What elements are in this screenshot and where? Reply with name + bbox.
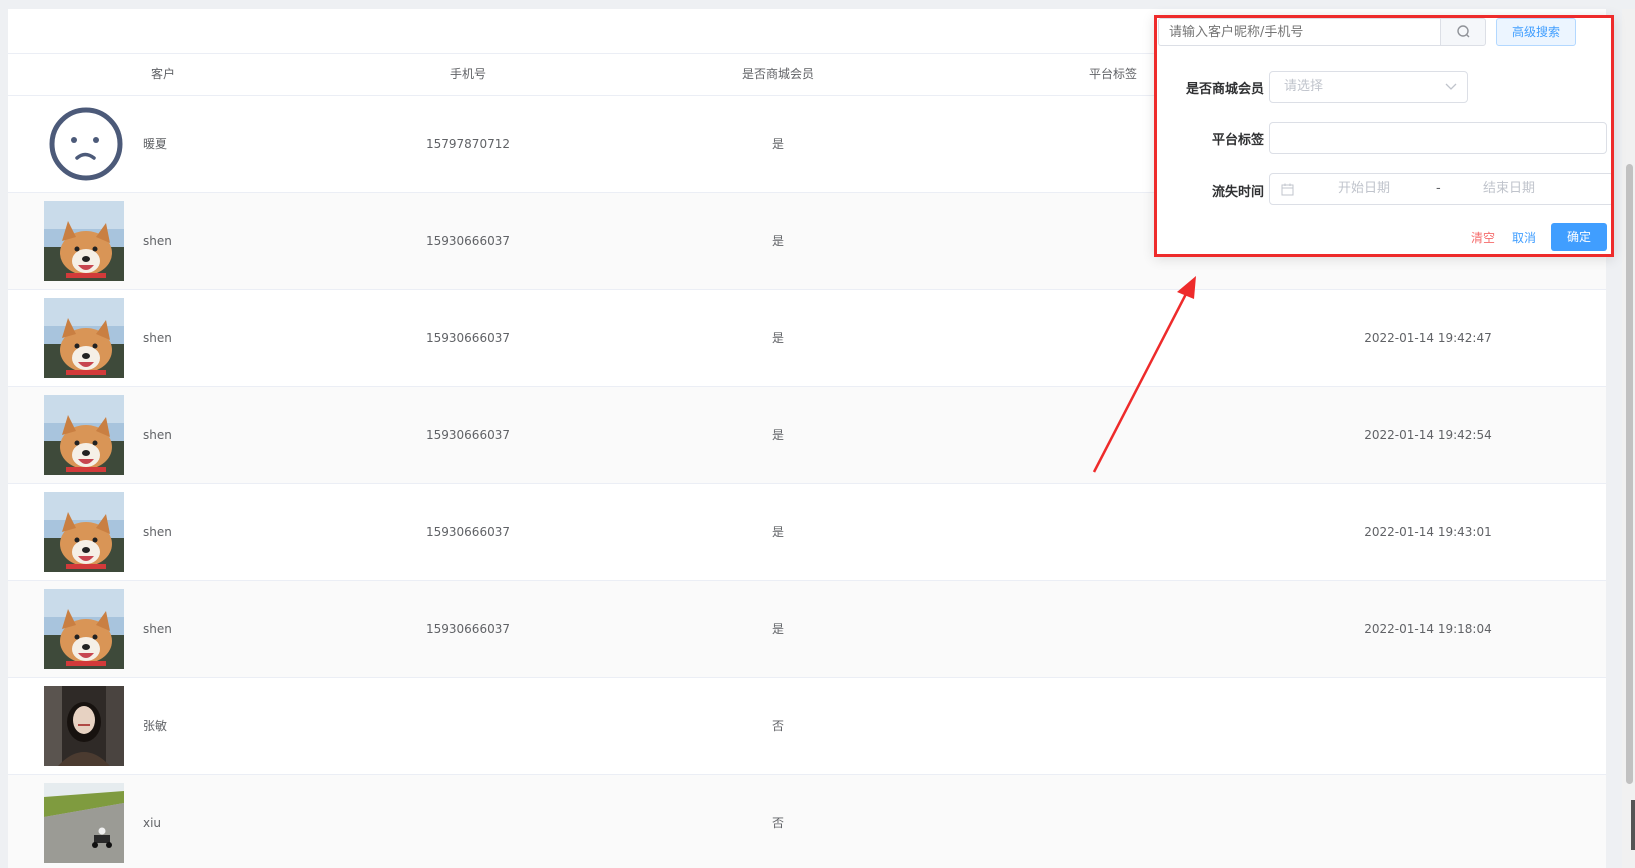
annotation-arrow xyxy=(1092,276,1196,473)
